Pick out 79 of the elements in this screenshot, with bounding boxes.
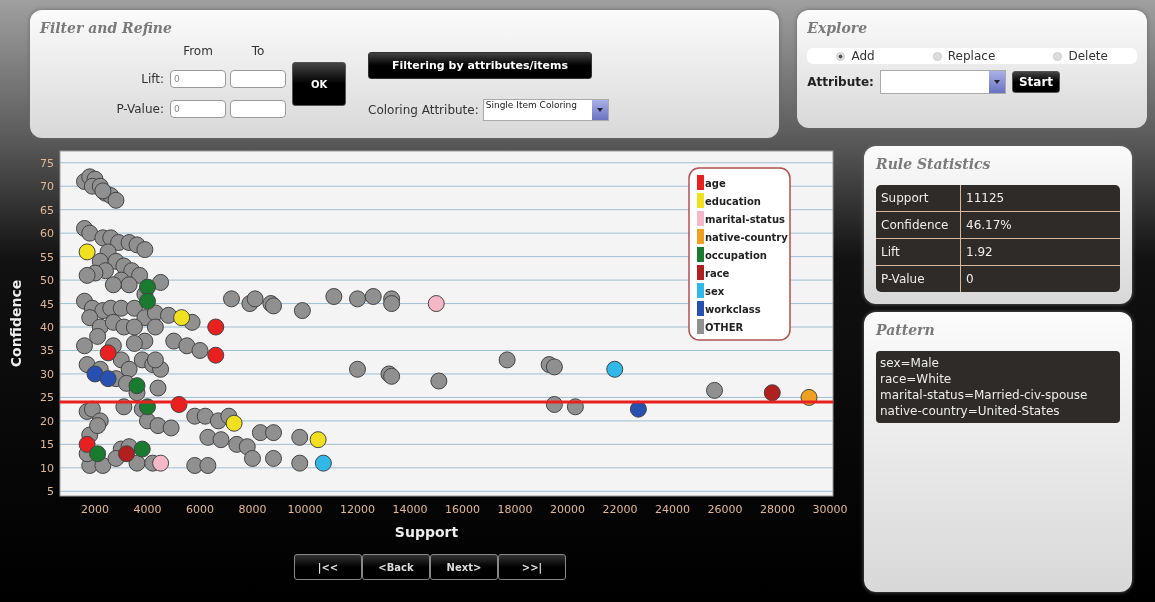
y-tick-label: 60 — [40, 227, 54, 241]
y-tick-label: 75 — [40, 156, 54, 170]
stat-value: 11125 — [960, 185, 1120, 212]
x-tick-label: 10000 — [287, 503, 323, 516]
to-field[interactable] — [230, 69, 286, 88]
panel-title: Filter and Refine — [40, 20, 173, 36]
legend-label: age — [705, 178, 726, 189]
pager-button[interactable]: Next> — [430, 554, 498, 580]
coloring-dropdown[interactable]: Single Item Coloring — [482, 99, 609, 121]
filter-button[interactable]: Filtering by attributes/items — [368, 52, 592, 79]
y-tick-label: 25 — [40, 391, 54, 405]
from-field[interactable]: 0 — [170, 99, 226, 118]
stat-name: Support — [876, 185, 961, 212]
x-axis-title: Support — [394, 524, 459, 540]
panel-title: Pattern — [876, 322, 935, 338]
x-tick-label: 24000 — [655, 503, 690, 516]
from-field[interactable]: 0 — [170, 69, 226, 88]
x-tick-label: 22000 — [602, 503, 638, 516]
to-field[interactable] — [230, 99, 286, 118]
y-tick-label: 5 — [47, 485, 54, 499]
y-tick-label: 45 — [40, 297, 54, 311]
y-tick-label: 35 — [40, 344, 54, 358]
stat-name: Lift — [876, 238, 961, 266]
y-tick-label: 30 — [40, 367, 54, 381]
y-tick-label: 40 — [40, 321, 54, 334]
pattern-line: native-country=United-States — [880, 404, 1061, 418]
x-tick-label: 26000 — [707, 503, 743, 516]
dropdown-caret-icon — [993, 80, 1000, 84]
legend-label: sex — [705, 286, 725, 297]
x-tick-label: 28000 — [760, 503, 795, 516]
y-tick-label: 70 — [40, 180, 54, 194]
panel-title: Rule Statistics — [876, 156, 991, 172]
x-tick-label: 20000 — [550, 503, 585, 516]
stat-value: 0 — [960, 265, 1120, 292]
legend-label: OTHER — [705, 322, 744, 333]
x-tick-label: 6000 — [186, 503, 214, 516]
pager-button[interactable]: >>| — [498, 554, 566, 580]
radio-option[interactable]: Delete — [1053, 49, 1108, 63]
x-tick-label: 14000 — [392, 503, 428, 516]
x-tick-label: 8000 — [238, 503, 267, 516]
legend-label: workclass — [705, 304, 761, 315]
column-header: From — [182, 43, 214, 58]
pager-button[interactable]: |<< — [294, 554, 362, 580]
legend-label: race — [705, 268, 730, 279]
x-tick-label: 18000 — [497, 503, 533, 516]
field-label: Coloring Attribute: — [368, 103, 479, 117]
stat-name: P-Value — [876, 265, 961, 292]
y-axis-title: Confidence — [8, 279, 24, 368]
field-label: P-Value: — [115, 101, 165, 116]
pager-button[interactable]: <Back — [362, 554, 430, 580]
legend-label: marital-status — [705, 214, 785, 225]
start-button[interactable]: Start — [1011, 71, 1061, 93]
legend-label: education — [705, 196, 761, 207]
panel-title: Explore — [807, 20, 869, 36]
y-tick-label: 65 — [40, 203, 54, 217]
attribute-dropdown[interactable] — [879, 70, 1006, 94]
x-tick-label: 16000 — [445, 503, 480, 516]
column-header: To — [250, 43, 266, 58]
dropdown-caret-icon — [596, 108, 603, 112]
x-tick-label: 2000 — [81, 503, 109, 516]
y-tick-label: 10 — [40, 461, 54, 475]
x-tick-label: 12000 — [340, 503, 375, 516]
pattern-line: race=White — [880, 372, 953, 386]
radio-option[interactable]: Replace — [932, 49, 996, 63]
legend-label: occupation — [705, 250, 767, 261]
x-tick-label: 4000 — [133, 503, 162, 516]
y-tick-label: 15 — [40, 438, 54, 452]
radio-option[interactable]: Add — [836, 49, 875, 63]
ok-button[interactable]: OK — [292, 62, 346, 106]
x-tick-label: 30000 — [812, 503, 848, 516]
pattern-line: sex=Male — [880, 356, 940, 370]
y-tick-label: 50 — [40, 274, 54, 288]
y-tick-label: 20 — [40, 414, 54, 428]
field-label: Lift: — [140, 71, 165, 86]
legend-label: native-country — [705, 232, 788, 243]
stat-name: Confidence — [876, 211, 961, 239]
y-tick-label: 55 — [40, 250, 54, 264]
pattern-line: marital-status=Married-civ-spouse — [880, 388, 1089, 402]
field-label: Attribute: — [807, 75, 874, 89]
